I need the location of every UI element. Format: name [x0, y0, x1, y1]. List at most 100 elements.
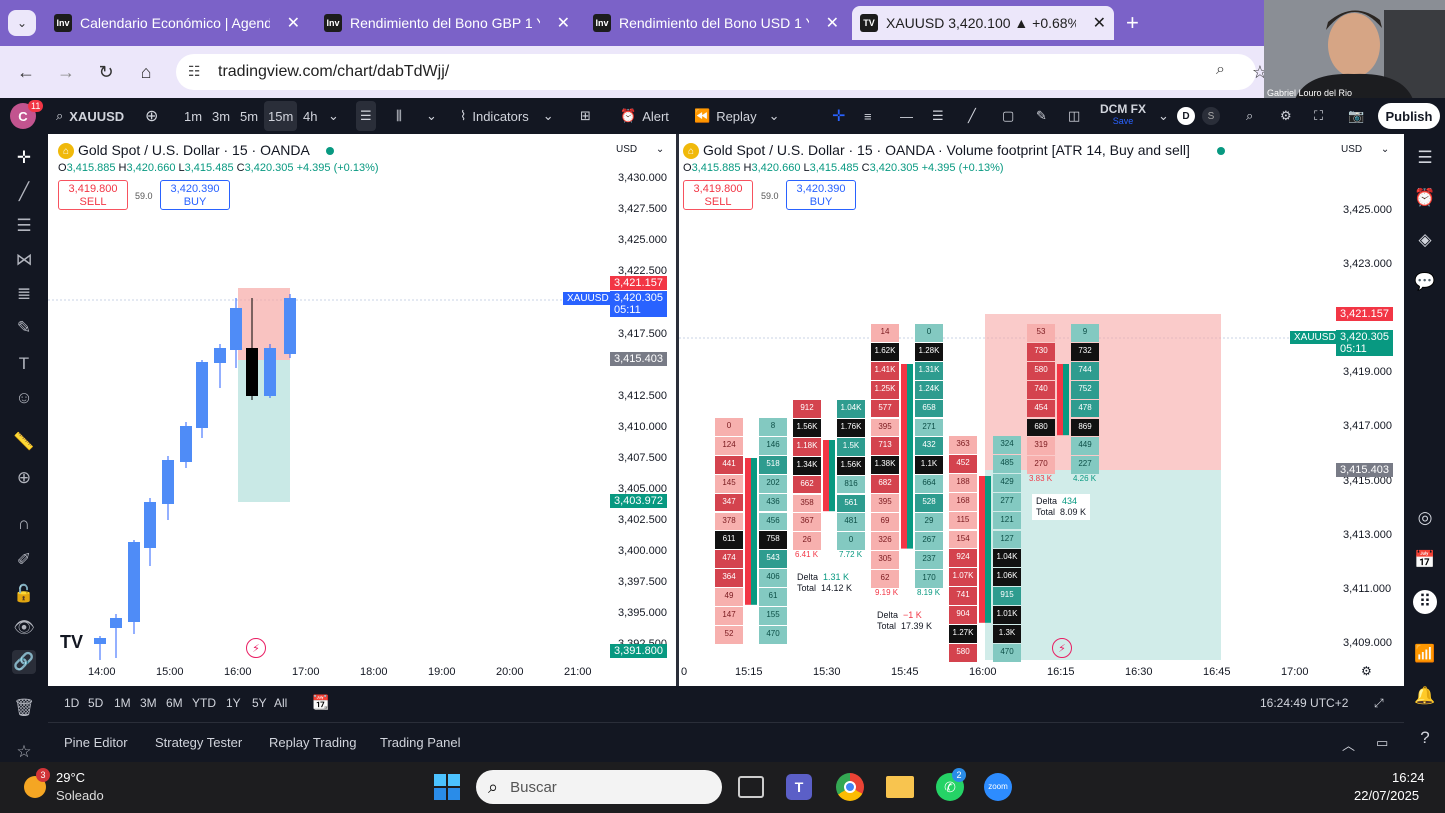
- watchlist-icon[interactable]: ☰: [1413, 146, 1437, 170]
- emoji-icon[interactable]: ☺: [12, 386, 36, 410]
- currency-selector[interactable]: USD ⌄: [1341, 144, 1389, 155]
- browser-tab-bono-usd[interactable]: Inv Rendimiento del Bono USD 1 Y ✕: [585, 6, 847, 40]
- chat-icon[interactable]: 💬: [1413, 270, 1437, 294]
- eye-visibility-icon[interactable]: 👁: [12, 616, 36, 640]
- left-price-plot[interactable]: [48, 138, 610, 666]
- tab-list-dropdown-icon[interactable]: ⌄: [8, 10, 36, 36]
- forward-arrow-icon[interactable]: →: [54, 60, 78, 84]
- browser-tab-bono-gbp[interactable]: Inv Rendimiento del Bono GBP 1 Ye ✕: [316, 6, 578, 40]
- publish-button[interactable]: Publish: [1378, 103, 1440, 129]
- right-chart-pane[interactable]: ⌂ Gold Spot / U.S. Dollar · 15 · OANDA ·…: [679, 138, 1404, 686]
- range-button-3m[interactable]: 3M: [140, 696, 157, 710]
- browser-tab-xauusd[interactable]: TV XAUUSD 3,420.100 ▲ +0.68% D ✕: [852, 6, 1114, 40]
- file-explorer-icon[interactable]: [886, 776, 914, 798]
- layout-grid-icon[interactable]: ⊞: [580, 98, 591, 134]
- zoom-app-icon[interactable]: zoom: [984, 773, 1012, 801]
- left-chart-pane[interactable]: ⌂ Gold Spot / U.S. Dollar · 15 · OANDA O…: [48, 138, 676, 686]
- range-button-1m[interactable]: 1M: [114, 696, 131, 710]
- trendline-icon[interactable]: ╱: [968, 98, 976, 134]
- close-tab-icon[interactable]: ✕: [557, 13, 570, 33]
- favorites-star-icon[interactable]: ☆: [12, 740, 36, 764]
- layout-dropdown-icon[interactable]: ⌄: [1158, 98, 1169, 134]
- alerts-clock-icon[interactable]: ⏰: [1413, 186, 1437, 210]
- object-tree-icon[interactable]: ◈: [1413, 228, 1437, 252]
- stay-drawing-icon[interactable]: ✐: [12, 548, 36, 572]
- interval-1m[interactable]: 1m: [184, 98, 202, 134]
- pen-brush-icon[interactable]: ✎: [12, 316, 36, 340]
- crosshair-cursor-icon[interactable]: ✛: [12, 146, 36, 170]
- compare-add-icon[interactable]: ⊕: [145, 98, 158, 134]
- range-button-ytd[interactable]: YTD: [192, 696, 216, 710]
- replay-button[interactable]: ⏪ Replay ⌄: [694, 98, 780, 134]
- s-toggle[interactable]: S: [1202, 107, 1220, 125]
- clock-time[interactable]: 16:24: [1392, 770, 1425, 785]
- maximize-panel-icon[interactable]: ▭: [1376, 735, 1388, 751]
- bar-style-icon[interactable]: ☰: [356, 101, 376, 131]
- current-time[interactable]: 16:24:49 UTC+2: [1260, 696, 1348, 710]
- tab-pine-editor[interactable]: Pine Editor: [64, 735, 128, 750]
- new-tab-button[interactable]: +: [1126, 10, 1139, 36]
- range-button-1y[interactable]: 1Y: [226, 696, 241, 710]
- currency-selector[interactable]: USD ⌄: [616, 144, 664, 155]
- fib-tool-icon[interactable]: ☰: [932, 98, 944, 134]
- crosshair-icon[interactable]: ✛: [832, 98, 845, 134]
- symbol-search[interactable]: ⌕ XAUUSD: [56, 98, 124, 134]
- close-tab-icon[interactable]: ✕: [1093, 13, 1106, 33]
- drawing-tools-icon[interactable]: ≡: [864, 98, 872, 134]
- tab-replay-trading[interactable]: Replay Trading: [269, 735, 356, 750]
- chart-type-dropdown-icon[interactable]: ⌄: [426, 98, 437, 134]
- home-icon[interactable]: ⌂: [134, 60, 158, 84]
- trash-icon[interactable]: 🗑: [12, 696, 36, 720]
- close-tab-icon[interactable]: ✕: [287, 13, 300, 33]
- tab-strategy-tester[interactable]: Strategy Tester: [155, 735, 242, 750]
- range-button-5d[interactable]: 5D: [88, 696, 103, 710]
- tab-trading-panel[interactable]: Trading Panel: [380, 735, 460, 750]
- collapse-chevron-up-icon[interactable]: ︿: [1342, 735, 1355, 754]
- close-tab-icon[interactable]: ✕: [826, 13, 839, 33]
- lightning-icon[interactable]: ⚡: [1052, 638, 1072, 658]
- expand-icon[interactable]: ⤢: [1374, 696, 1384, 711]
- help-icon[interactable]: ?: [1413, 726, 1437, 750]
- windows-start-icon[interactable]: [434, 774, 460, 800]
- horizontal-lines-icon[interactable]: ☰: [12, 214, 36, 238]
- range-button-1d[interactable]: 1D: [64, 696, 79, 710]
- taskbar-search[interactable]: ⌕ Buscar: [476, 770, 722, 804]
- text-tool-icon[interactable]: T: [12, 352, 36, 376]
- browser-tab-calendario[interactable]: Inv Calendario Económico | Agenda ✕: [46, 6, 308, 40]
- split-layout-icon[interactable]: ◫: [1068, 98, 1080, 134]
- chrome-icon[interactable]: [836, 773, 864, 801]
- site-info-icon[interactable]: ☷: [188, 63, 201, 80]
- magnet-icon[interactable]: ∩: [12, 512, 36, 536]
- apps-grid-icon[interactable]: ⠿: [1413, 590, 1437, 614]
- trendline-tool-icon[interactable]: ╱: [12, 180, 36, 204]
- link-sync-icon[interactable]: 🔗: [12, 650, 36, 674]
- teams-icon[interactable]: T: [786, 774, 812, 800]
- zoom-in-icon[interactable]: ⊕: [12, 466, 36, 490]
- back-arrow-icon[interactable]: ←: [14, 60, 38, 84]
- reload-icon[interactable]: ↻: [94, 60, 118, 84]
- clock-date[interactable]: 22/07/2025: [1354, 788, 1419, 803]
- range-button-5y[interactable]: 5Y: [252, 696, 267, 710]
- rectangle-tool-icon[interactable]: ▢: [1002, 98, 1014, 134]
- d-toggle[interactable]: D: [1177, 107, 1195, 125]
- fib-retracement-icon[interactable]: ≣: [12, 282, 36, 306]
- interval-5m[interactable]: 5m: [240, 98, 258, 134]
- brush-icon[interactable]: ✎: [1036, 98, 1047, 134]
- interval-3m[interactable]: 3m: [212, 98, 230, 134]
- indicators-button[interactable]: ⌇ Indicators ⌄: [460, 98, 554, 134]
- quick-search-icon[interactable]: ⌕: [1246, 98, 1253, 134]
- interval-dropdown-icon[interactable]: ⌄: [328, 98, 339, 134]
- task-view-icon[interactable]: [738, 776, 764, 798]
- fullscreen-icon[interactable]: ⛶: [1314, 98, 1323, 134]
- stream-icon[interactable]: 📶: [1413, 642, 1437, 666]
- range-button-6m[interactable]: 6M: [166, 696, 183, 710]
- lock-icon[interactable]: 🔓: [12, 582, 36, 606]
- settings-gear-icon[interactable]: ⚙: [1280, 98, 1292, 134]
- interval-4h[interactable]: 4h: [303, 98, 317, 134]
- time-axis-settings-icon[interactable]: ⚙: [1361, 664, 1372, 678]
- zoom-magnifier-icon[interactable]: ⌕: [1216, 61, 1225, 79]
- notifications-bell-icon[interactable]: 🔔: [1413, 684, 1437, 708]
- calendar-icon[interactable]: 📅: [1413, 548, 1437, 572]
- range-button-all[interactable]: All: [274, 696, 287, 710]
- alert-button[interactable]: ⏰ Alert: [620, 98, 669, 134]
